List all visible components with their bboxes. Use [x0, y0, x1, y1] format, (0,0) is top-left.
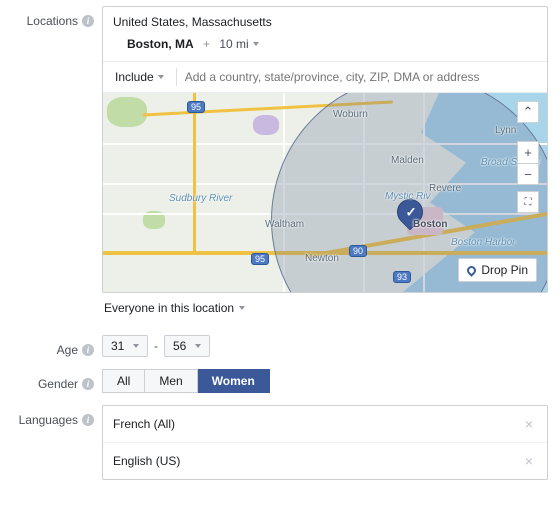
info-icon[interactable]: i — [82, 378, 94, 390]
chevron-down-icon — [158, 75, 164, 79]
gender-women-button[interactable]: Women — [198, 369, 270, 393]
radius-value: 10 mi — [219, 37, 248, 51]
age-max-dropdown[interactable]: 56 — [164, 335, 210, 357]
languages-label: Languages i — [12, 405, 102, 427]
map-city-label: Lynn — [495, 125, 516, 136]
include-label: Include — [115, 70, 154, 84]
map-city-label: Boston — [413, 219, 447, 230]
map-area — [253, 115, 279, 135]
age-label: Age i — [12, 335, 102, 357]
interstate-badge: 95 — [187, 101, 205, 113]
map-city-label: Revere — [429, 183, 461, 194]
gender-label-text: Gender — [38, 377, 78, 391]
chevron-down-icon — [195, 344, 201, 348]
languages-box: French (All) × English (US) × — [102, 405, 548, 480]
divider — [176, 68, 177, 86]
language-name: French (All) — [113, 417, 175, 431]
map-highway — [193, 93, 196, 253]
map-city-label: Woburn — [333, 109, 368, 120]
map-water-label: Sudbury River — [169, 193, 232, 204]
gender-all-button[interactable]: All — [102, 369, 145, 393]
radius-dropdown[interactable]: 10 mi — [219, 37, 258, 51]
plus-icon: + — [203, 37, 210, 51]
gender-men-button[interactable]: Men — [145, 369, 197, 393]
address-input[interactable] — [183, 66, 541, 88]
map-water-label: Boston Harbor — [451, 237, 515, 248]
language-item: French (All) × — [103, 406, 547, 442]
location-scope-dropdown[interactable]: Everyone in this location — [102, 293, 548, 323]
remove-language-button[interactable]: × — [521, 453, 537, 469]
map-water-label: Mystic Riv — [385, 191, 431, 202]
pin-icon — [465, 264, 478, 277]
info-icon[interactable]: i — [82, 15, 94, 27]
chevron-down-icon — [239, 306, 245, 310]
language-name: English (US) — [113, 454, 180, 468]
age-label-text: Age — [57, 343, 78, 357]
locations-label: Locations i — [12, 6, 102, 28]
age-separator: - — [154, 339, 158, 353]
age-min-value: 31 — [111, 339, 124, 353]
map-zoom-in-button[interactable]: + — [517, 141, 539, 163]
gender-label: Gender i — [12, 369, 102, 391]
interstate-badge: 93 — [393, 271, 411, 283]
location-city: Boston, MA — [127, 37, 194, 51]
age-min-dropdown[interactable]: 31 — [102, 335, 148, 357]
locations-label-text: Locations — [27, 14, 78, 28]
remove-language-button[interactable]: × — [521, 416, 537, 432]
info-icon[interactable]: i — [82, 344, 94, 356]
interstate-badge: 90 — [349, 245, 367, 257]
include-row: Include — [103, 61, 547, 92]
location-scope-label: Everyone in this location — [104, 301, 234, 315]
interstate-badge: 95 — [251, 253, 269, 265]
language-item: English (US) × — [103, 442, 547, 479]
drop-pin-button[interactable]: Drop Pin — [458, 258, 537, 282]
map-park — [107, 97, 147, 127]
languages-label-text: Languages — [19, 413, 78, 427]
chevron-down-icon — [133, 344, 139, 348]
location-region: United States, Massachusetts — [103, 7, 547, 35]
info-icon[interactable]: i — [82, 414, 94, 426]
location-map[interactable]: Woburn Lynn Malden Revere Waltham Newton… — [103, 92, 547, 292]
chevron-down-icon — [253, 42, 259, 46]
include-dropdown[interactable]: Include — [109, 66, 170, 88]
map-zoom-out-button[interactable]: − — [517, 163, 539, 185]
map-city-label: Waltham — [265, 219, 304, 230]
map-city-label: Malden — [391, 155, 424, 166]
map-city-label: Newton — [305, 253, 339, 264]
gender-button-group: All Men Women — [102, 369, 548, 393]
drop-pin-label: Drop Pin — [481, 263, 528, 277]
age-max-value: 56 — [173, 339, 186, 353]
location-city-row: Boston, MA + 10 mi — [103, 35, 547, 61]
locations-box: United States, Massachusetts Boston, MA … — [102, 6, 548, 293]
map-fullscreen-button[interactable]: ⛶ — [517, 191, 539, 213]
map-pan-up-button[interactable]: ⌃ — [517, 101, 539, 123]
